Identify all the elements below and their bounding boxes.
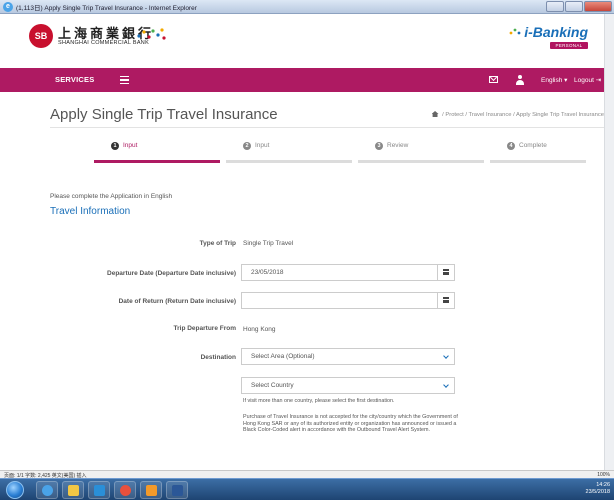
step-progress-bar — [94, 160, 220, 163]
chevron-down-icon — [443, 382, 449, 388]
ibanking-logo: i-Banking PERSONAL — [508, 24, 588, 49]
home-icon[interactable] — [431, 111, 439, 117]
decorative-dots-icon — [137, 28, 166, 40]
step-label: Review — [387, 142, 409, 149]
maximize-button[interactable] — [565, 1, 583, 12]
app-icon — [146, 485, 157, 496]
destination-label: Destination — [200, 354, 236, 361]
header-divider — [50, 127, 604, 128]
type-of-trip-value: Single Trip Travel — [243, 240, 294, 247]
select-area-value: Select Area (Optional) — [251, 353, 315, 360]
step-number: 2 — [243, 142, 251, 150]
status-bar: 页面: 1/1 字数: 2,425 英文(美国) 插入 100% — [0, 470, 614, 479]
close-window-button[interactable] — [584, 1, 612, 12]
main-nav-bar: SERVICES English ▾ Logout ⇥ — [0, 68, 604, 92]
departure-date-field[interactable]: 23/05/2018 — [241, 264, 455, 281]
calendar-icon — [443, 269, 449, 275]
media-player-icon — [94, 485, 105, 496]
logout-label: Logout — [574, 77, 594, 84]
calendar-icon — [443, 297, 449, 303]
step-label: Complete — [519, 142, 547, 149]
taskbar-media-button[interactable] — [88, 481, 110, 499]
browser-viewport: SB 上海商業銀行 SHANGHAI COMMERCIAL BANK i-Ban… — [0, 14, 614, 470]
step-number: 4 — [507, 142, 515, 150]
step-number: 1 — [111, 142, 119, 150]
progress-stepper: 1 Input 2 Input 3 Review 4 Complete — [63, 142, 589, 168]
departure-calendar-button[interactable] — [437, 265, 454, 280]
windows-taskbar: 14:26 23/5/2018 — [0, 478, 614, 500]
hamburger-menu-icon[interactable] — [120, 76, 129, 84]
logout-link[interactable]: Logout ⇥ — [574, 76, 601, 84]
folder-icon — [68, 485, 79, 496]
select-country-dropdown[interactable]: Select Country — [241, 377, 455, 394]
step-progress-bar — [226, 160, 352, 163]
ibanking-text: i-Banking — [524, 24, 588, 40]
minimize-button[interactable] — [546, 1, 564, 12]
breadcrumb-current: Apply Single Trip Travel Insurance — [516, 112, 604, 118]
step-label: Input — [255, 142, 270, 149]
trip-departure-value: Hong Kong — [243, 326, 276, 333]
vertical-scrollbar[interactable] — [604, 14, 614, 470]
taskbar-ie-button[interactable] — [36, 481, 58, 499]
type-of-trip-label: Type of Trip — [199, 240, 236, 247]
word-icon — [172, 485, 183, 496]
departure-date-label: Departure Date (Departure Date inclusive… — [107, 270, 236, 277]
window-controls — [546, 1, 612, 12]
taskbar-word-button[interactable] — [166, 481, 188, 499]
taskbar-app-button[interactable] — [140, 481, 162, 499]
departure-date-value: 23/05/2018 — [251, 269, 284, 276]
section-title-travel-information: Travel Information — [50, 206, 131, 217]
clock-date: 23/5/2018 — [585, 489, 610, 495]
destination-hint: If visit more than one country, please s… — [243, 398, 395, 404]
return-calendar-button[interactable] — [437, 293, 454, 308]
travel-alert-notice: Purchase of Travel Insurance is not acce… — [243, 414, 458, 434]
ibanking-personal-badge: PERSONAL — [550, 42, 588, 49]
services-menu[interactable]: SERVICES — [55, 75, 94, 84]
step-progress-bar — [490, 160, 586, 163]
window-title: (1,113日) Apply Single Trip Travel Insura… — [16, 5, 197, 12]
trip-departure-label: Trip Departure From — [173, 325, 236, 332]
mail-icon[interactable] — [489, 76, 498, 83]
bank-logo-icon[interactable]: SB — [29, 24, 53, 48]
breadcrumb: / Protect / Travel Insurance / Apply Sin… — [431, 111, 604, 118]
ibanking-dots-icon — [509, 28, 521, 35]
bank-header: SB 上海商業銀行 SHANGHAI COMMERCIAL BANK i-Ban… — [0, 14, 604, 68]
internet-explorer-icon — [42, 485, 53, 496]
window-title-bar: e (1,113日) Apply Single Trip Travel Insu… — [0, 0, 614, 14]
return-date-label: Date of Return (Return Date inclusive) — [118, 298, 236, 305]
step-number: 3 — [375, 142, 383, 150]
select-area-dropdown[interactable]: Select Area (Optional) — [241, 348, 455, 365]
step-label: Input — [123, 142, 138, 149]
select-country-value: Select Country — [251, 382, 294, 389]
logout-icon: ⇥ — [595, 77, 602, 84]
start-button[interactable] — [6, 481, 24, 499]
step-progress-bar — [358, 160, 484, 163]
form-intro-text: Please complete the Application in Engli… — [50, 193, 173, 200]
page-title: Apply Single Trip Travel Insurance — [50, 106, 278, 123]
clock-time: 14:26 — [596, 482, 610, 488]
return-date-field[interactable] — [241, 292, 455, 309]
internet-explorer-icon: e — [3, 2, 13, 12]
breadcrumb-protect[interactable]: Protect — [445, 112, 463, 118]
language-selector[interactable]: English ▾ — [541, 76, 567, 84]
user-icon[interactable] — [516, 75, 524, 85]
taskbar-chrome-button[interactable] — [114, 481, 136, 499]
taskbar-explorer-button[interactable] — [62, 481, 84, 499]
system-tray-clock[interactable]: 14:26 23/5/2018 — [586, 482, 610, 496]
browser-icon — [120, 485, 131, 496]
breadcrumb-travel-insurance[interactable]: Travel Insurance — [469, 112, 512, 118]
chevron-down-icon — [443, 353, 449, 359]
